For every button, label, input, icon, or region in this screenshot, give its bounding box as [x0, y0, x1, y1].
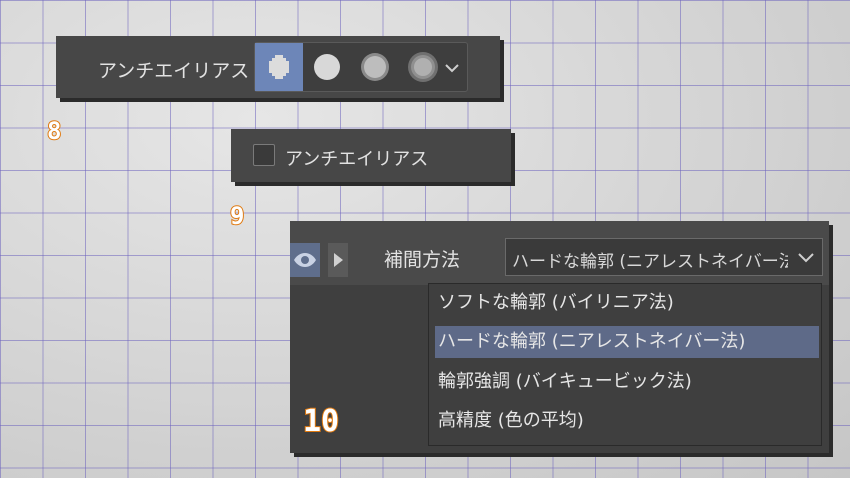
- badge-8: 8: [46, 116, 63, 146]
- expand-toggle-button[interactable]: [328, 243, 348, 277]
- dropdown-option[interactable]: 高精度 (色の平均): [435, 405, 819, 437]
- antialias-label: アンチエイリアス: [98, 60, 250, 82]
- antialias-checkbox-panel: アンチエイリアス: [231, 129, 511, 182]
- antialias-level-panel: アンチエイリアス: [56, 36, 500, 98]
- interpolation-dropdown-list: ソフトな輪郭 (バイリニア法) ハードな輪郭 (ニアレストネイバー法) 輪郭強調…: [428, 283, 822, 446]
- antialias-checkbox[interactable]: [253, 144, 275, 166]
- dropdown-option[interactable]: 輪郭強調 (バイキュービック法): [435, 366, 819, 398]
- badge-9: 9: [229, 201, 246, 231]
- chevron-down-icon[interactable]: [794, 247, 818, 269]
- aa-medium-icon: [361, 53, 389, 81]
- badge-10: 10: [302, 403, 340, 440]
- aa-medium-option[interactable]: [351, 43, 399, 91]
- aa-none-option[interactable]: [255, 43, 303, 91]
- aa-strong-option[interactable]: [399, 43, 447, 91]
- aa-weak-icon: [314, 54, 340, 80]
- dropdown-option[interactable]: ソフトな輪郭 (バイリニア法): [435, 287, 819, 319]
- interpolation-selected-value: ハードな輪郭 (ニアレストネイバー法): [512, 252, 788, 272]
- interpolation-header: 補間方法 ハードな輪郭 (ニアレストネイバー法): [290, 221, 829, 285]
- dropdown-option-selected[interactable]: ハードな輪郭 (ニアレストネイバー法): [435, 326, 819, 358]
- aa-none-icon: [269, 55, 289, 79]
- aa-weak-option[interactable]: [303, 43, 351, 91]
- chevron-down-icon[interactable]: [441, 57, 463, 79]
- aa-strong-icon: [408, 52, 438, 82]
- interpolation-label: 補間方法: [384, 249, 461, 271]
- antialias-checkbox-label[interactable]: アンチエイリアス: [285, 145, 428, 171]
- antialias-level-selector[interactable]: [254, 42, 468, 92]
- triangle-right-icon: [334, 253, 343, 267]
- eye-icon: [294, 253, 316, 267]
- eye-toggle-button[interactable]: [290, 243, 320, 277]
- interpolation-select[interactable]: ハードな輪郭 (ニアレストネイバー法): [505, 238, 823, 276]
